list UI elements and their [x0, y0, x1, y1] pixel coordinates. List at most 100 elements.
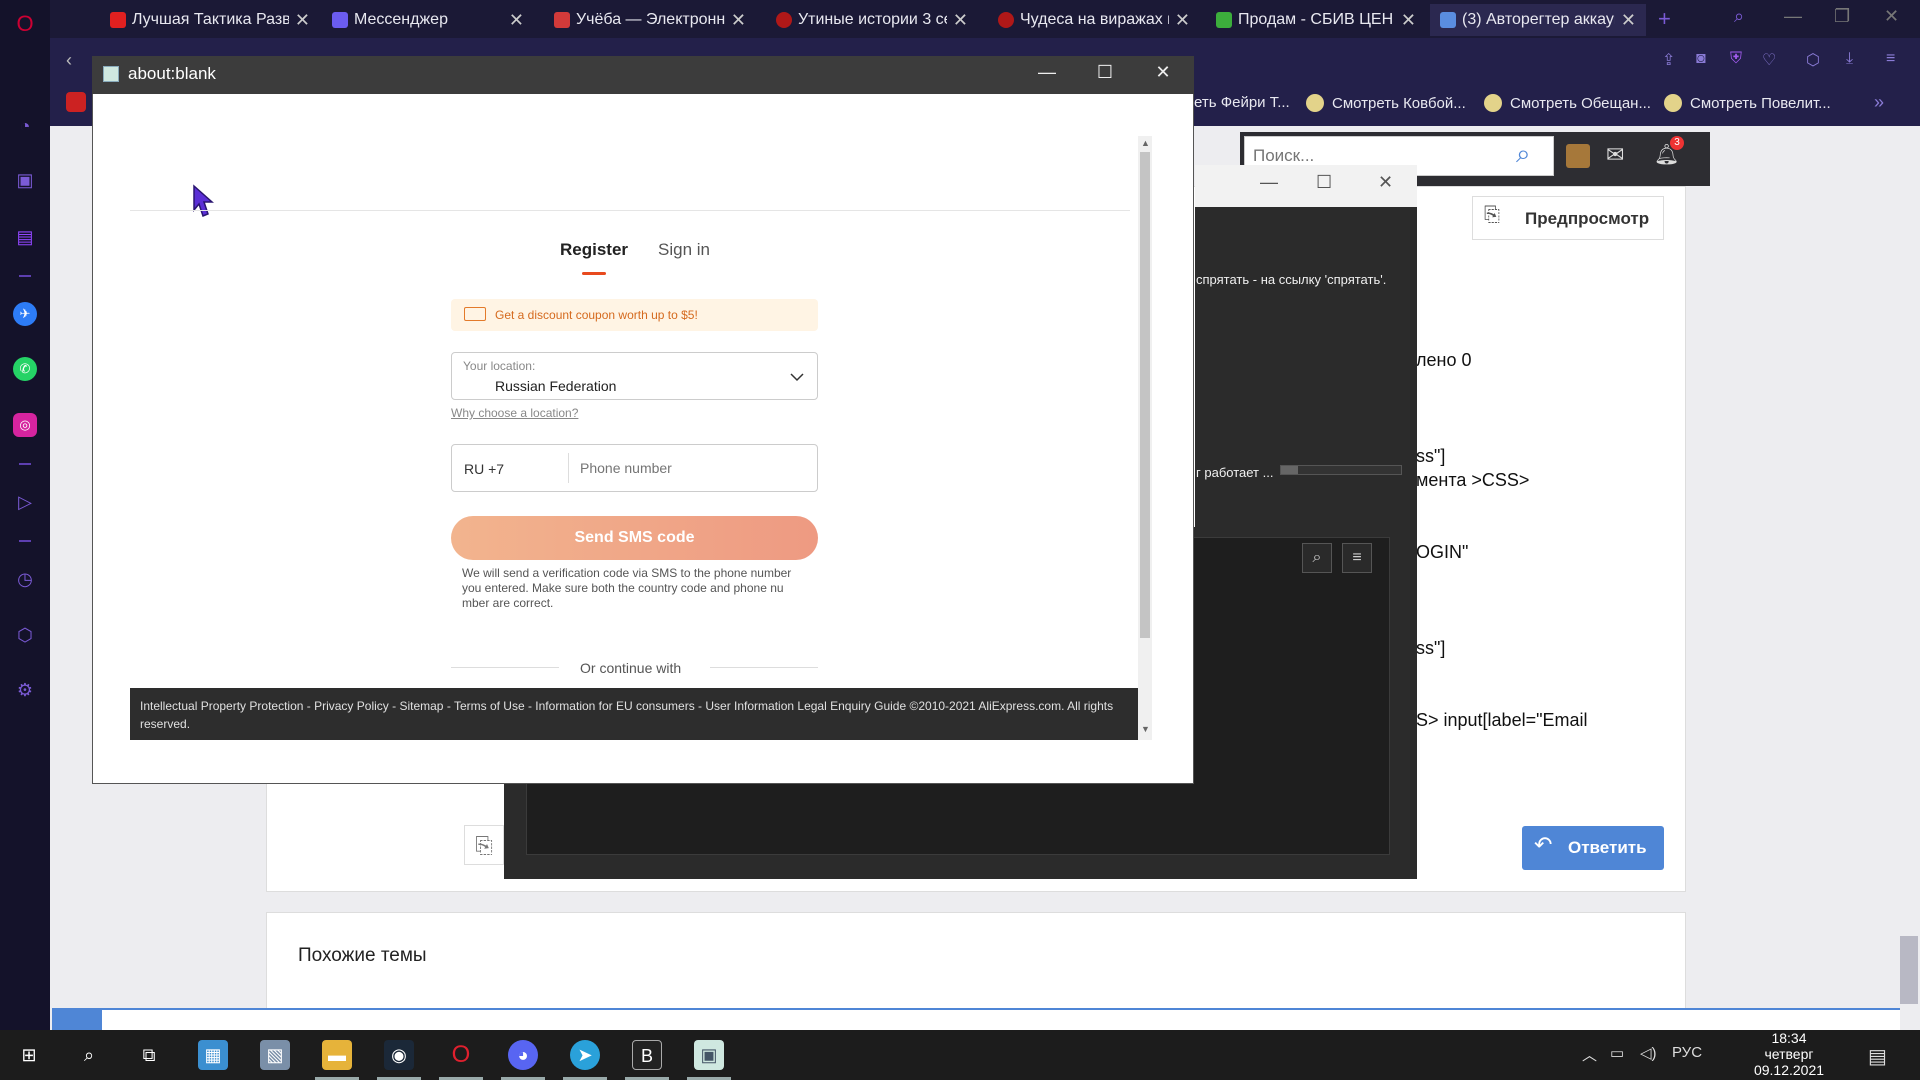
more-bookmarks-icon[interactable]: » [1874, 92, 1884, 113]
search-icon[interactable]: ⌕ [1516, 138, 1531, 170]
show-hidden-icons-icon[interactable]: ︿ [1582, 1044, 1597, 1065]
twitch-icon[interactable]: ▤ [13, 225, 37, 249]
browser-tab[interactable]: Продам - СБИВ ЦЕН Н ✕ [1206, 4, 1426, 36]
clock[interactable]: 18:34 четверг 09.12.2021 [1744, 1030, 1834, 1078]
maximize-icon[interactable]: ☐ [1090, 62, 1120, 83]
browser-tab[interactable]: Мессенджер ✕ [322, 4, 534, 36]
bookmark-item[interactable]: Смотреть Обещан... [1484, 94, 1651, 112]
cube-icon[interactable]: ⬡ [1806, 50, 1820, 70]
bookmark-favicon-icon [1306, 94, 1324, 112]
minimize-icon[interactable]: — [1032, 62, 1062, 83]
messenger-icon[interactable]: ✈ [13, 302, 37, 326]
close-icon[interactable]: ✕ [1621, 10, 1636, 31]
scroll-down-icon[interactable]: ▼ [1141, 724, 1150, 734]
browser-tab[interactable]: Чудеса на виражах му✕ [988, 4, 1200, 36]
player-icon[interactable]: ▷ [13, 490, 37, 514]
footer-link[interactable]: Sitemap [399, 699, 443, 713]
status-text: г работает ... [1196, 465, 1274, 480]
bookmark-favicon-icon[interactable] [66, 92, 86, 112]
search-icon[interactable]: ⌕ [74, 1040, 104, 1070]
task-view-icon[interactable]: ⧉ [134, 1040, 164, 1070]
browser-window-icon[interactable]: ▣ [694, 1040, 724, 1070]
search-icon[interactable]: ⌕ [1302, 543, 1332, 573]
chevron-down-icon[interactable] [790, 370, 804, 384]
heart-icon[interactable]: ♡ [1762, 50, 1776, 70]
phone-number-input[interactable] [572, 449, 812, 487]
close-icon[interactable]: ✕ [509, 10, 524, 31]
close-icon[interactable]: ✕ [953, 10, 968, 31]
country-code-select[interactable]: RU +7 [464, 461, 504, 477]
send-sms-button[interactable]: Send SMS code [451, 516, 818, 560]
share-icon[interactable]: ⇪ [1662, 50, 1675, 70]
volume-icon[interactable]: ◁) [1640, 1044, 1657, 1062]
maximize-icon[interactable]: ☐ [1316, 172, 1332, 193]
speed-dial-icon[interactable]: ◔ [13, 114, 37, 138]
minimize-icon[interactable]: — [1784, 6, 1802, 27]
menu-icon[interactable]: ≡ [1342, 543, 1372, 573]
close-icon[interactable]: ✕ [1378, 172, 1393, 193]
chat-icon[interactable] [52, 1008, 102, 1030]
footer-link[interactable]: Terms of Use [454, 699, 525, 713]
mail-icon[interactable]: ✉ [1606, 142, 1624, 168]
page-icon [103, 66, 119, 82]
back-icon[interactable]: ‹ [66, 50, 72, 71]
footer-link[interactable]: Intellectual Property Protection [140, 699, 303, 713]
coupon-banner[interactable]: Get a discount coupon worth up to $5! [451, 299, 818, 331]
instagram-icon[interactable]: ◎ [13, 413, 37, 437]
vpn-shield-icon[interactable]: ⛨ [1730, 50, 1742, 68]
clock-date: 09.12.2021 [1753, 1062, 1825, 1078]
file-explorer-icon[interactable]: ▬ [322, 1040, 352, 1070]
footer-link[interactable]: Privacy Policy [314, 699, 389, 713]
browser-tab-active[interactable]: (3) Авторегтер аккаун ✕ [1430, 4, 1646, 36]
history-icon[interactable]: ◷ [13, 567, 37, 591]
minimize-icon[interactable]: — [1260, 172, 1278, 193]
browser-tab[interactable]: Учёба — Электронный✕ [544, 4, 756, 36]
close-icon[interactable]: ✕ [295, 10, 310, 31]
network-icon[interactable]: ▭ [1610, 1044, 1624, 1062]
windows-start-icon[interactable]: ⊞ [14, 1040, 44, 1070]
new-tab-icon[interactable]: + [1658, 6, 1671, 32]
site-icon [776, 12, 792, 28]
attach-icon[interactable]: ⎘ [464, 825, 504, 865]
search-tabs-icon[interactable]: ⌕ [1734, 6, 1744, 27]
browser-tab[interactable]: Утиные истории 3 сез ✕ [766, 4, 978, 36]
avatar[interactable] [1566, 144, 1590, 168]
camera-icon[interactable]: ◙ [1696, 50, 1706, 68]
preview-button[interactable]: Предпросмотр [1472, 196, 1664, 240]
tab-signin[interactable]: Sign in [658, 240, 710, 260]
menu-icon[interactable]: ≡ [1886, 50, 1895, 68]
browser-tab[interactable]: Лучшая Тактика Разви ✕ [100, 4, 320, 36]
opera-logo-icon[interactable]: O [13, 12, 37, 36]
bookmark-item[interactable]: Смотреть Повелит... [1664, 94, 1831, 112]
close-icon[interactable]: ✕ [1175, 10, 1190, 31]
app-b-icon[interactable]: B [632, 1040, 662, 1070]
bookmark-item[interactable]: Смотреть Ковбой... [1306, 94, 1466, 112]
close-icon[interactable]: ✕ [1401, 10, 1416, 31]
control-panel-icon[interactable]: ▦ [198, 1040, 228, 1070]
extensions-icon[interactable]: ⬡ [13, 623, 37, 647]
close-icon[interactable]: ✕ [1148, 62, 1178, 83]
telegram-icon[interactable]: ➤ [570, 1040, 600, 1070]
restore-icon[interactable]: ❐ [1834, 6, 1850, 27]
location-value: Russian Federation [495, 378, 617, 394]
footer-link[interactable]: Information for EU consumers [535, 699, 694, 713]
action-center-icon[interactable]: ▤ [1868, 1044, 1887, 1069]
close-window-icon[interactable]: ✕ [1884, 6, 1899, 27]
photos-icon[interactable]: ▧ [260, 1040, 290, 1070]
scroll-up-icon[interactable]: ▲ [1141, 138, 1150, 148]
download-icon[interactable]: ⤓ [1846, 50, 1853, 68]
opera-icon[interactable]: O [446, 1040, 476, 1070]
why-location-link[interactable]: Why choose a location? [451, 406, 578, 420]
popup-scrollbar-thumb[interactable] [1140, 152, 1150, 638]
bookmark-item[interactable]: еть Фейри Т... [1194, 94, 1290, 111]
steam-icon[interactable]: ◉ [384, 1040, 414, 1070]
footer-link[interactable]: User Information Legal Enquiry Guide [705, 699, 906, 713]
language-indicator[interactable]: РУС [1672, 1044, 1702, 1061]
settings-icon[interactable]: ⚙ [13, 678, 37, 702]
page-scrollbar-thumb[interactable] [1900, 936, 1918, 1004]
discord-icon[interactable]: ◕ [508, 1040, 538, 1070]
tab-register[interactable]: Register [560, 240, 628, 260]
whatsapp-icon[interactable]: ✆ [13, 357, 37, 381]
workspace-icon[interactable]: ▣ [13, 168, 37, 192]
close-icon[interactable]: ✕ [731, 10, 746, 31]
